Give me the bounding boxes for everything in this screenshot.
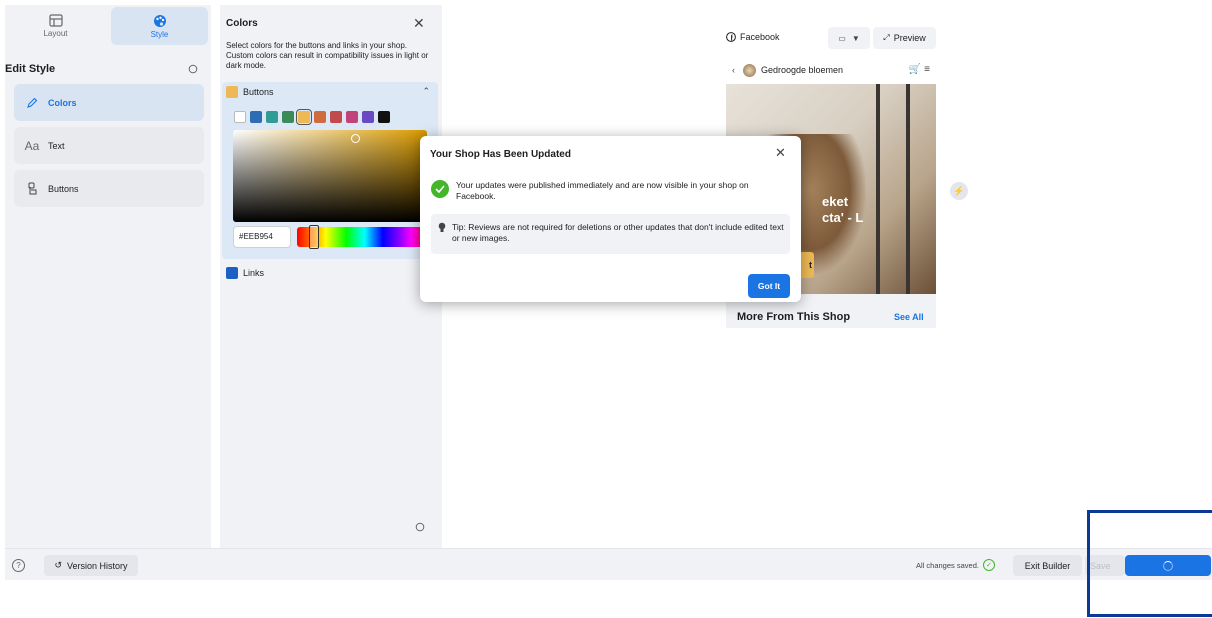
save-status-text: All changes saved. — [916, 560, 979, 570]
modal-overlay — [0, 0, 1212, 618]
version-history-label: Version History — [67, 560, 128, 571]
tip-box: Tip: Reviews are not required for deleti… — [431, 214, 790, 254]
lightbulb-icon — [438, 222, 446, 233]
got-it-button[interactable]: Got It — [748, 274, 790, 298]
save-status: All changes saved. ✓ — [916, 559, 995, 571]
highlight-box — [1087, 510, 1212, 617]
check-circle-icon: ✓ — [982, 559, 995, 571]
footer-bar: ? ↺ Version History All changes saved. ✓… — [5, 548, 1212, 580]
shop-updated-dialog: Your Shop Has Been Updated ✕ Your update… — [420, 136, 801, 302]
exit-builder-button[interactable]: Exit Builder — [1013, 555, 1082, 576]
dialog-message: Your updates were published immediately … — [456, 180, 749, 201]
history-icon: ↺ — [54, 560, 62, 570]
shop-builder-app: Layout Style Edit Style Colors Aa Text B… — [0, 0, 1212, 618]
version-history-button[interactable]: ↺ Version History — [44, 555, 138, 576]
close-icon[interactable]: ✕ — [775, 145, 786, 161]
check-circle-icon — [431, 180, 449, 198]
tip-text: Tip: Reviews are not required for deleti… — [452, 222, 784, 243]
help-icon[interactable]: ? — [12, 559, 25, 572]
dialog-title: Your Shop Has Been Updated — [430, 149, 571, 160]
